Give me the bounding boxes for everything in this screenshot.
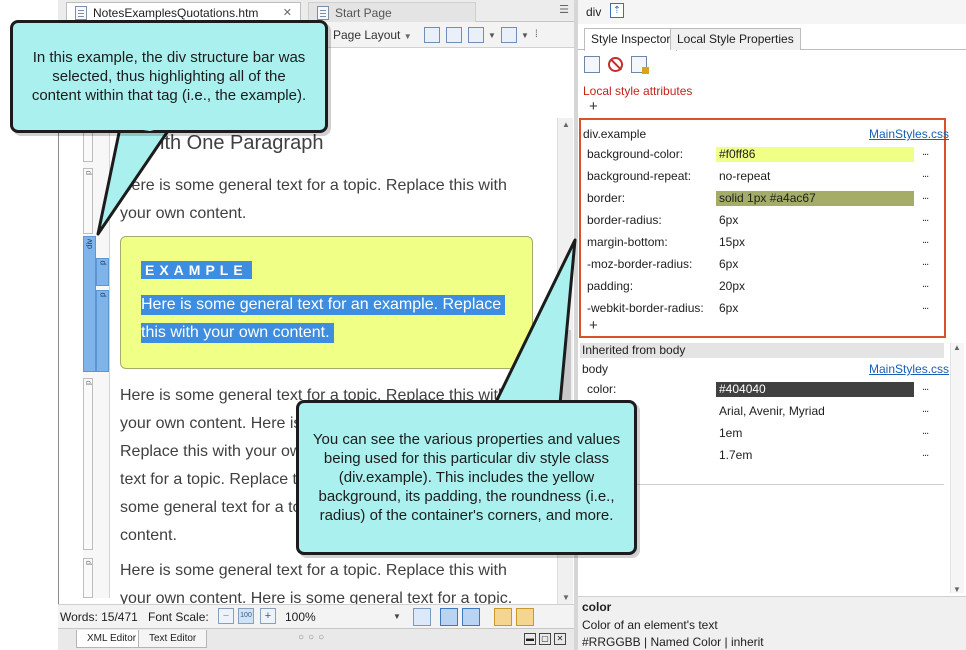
callout-style-properties: You can see the various properties and v… (296, 400, 637, 555)
callout-structure-bar: In this example, the div structure bar w… (10, 20, 328, 133)
callout-text: In this example, the div structure bar w… (31, 49, 307, 104)
callout-text: You can see the various properties and v… (312, 431, 621, 524)
